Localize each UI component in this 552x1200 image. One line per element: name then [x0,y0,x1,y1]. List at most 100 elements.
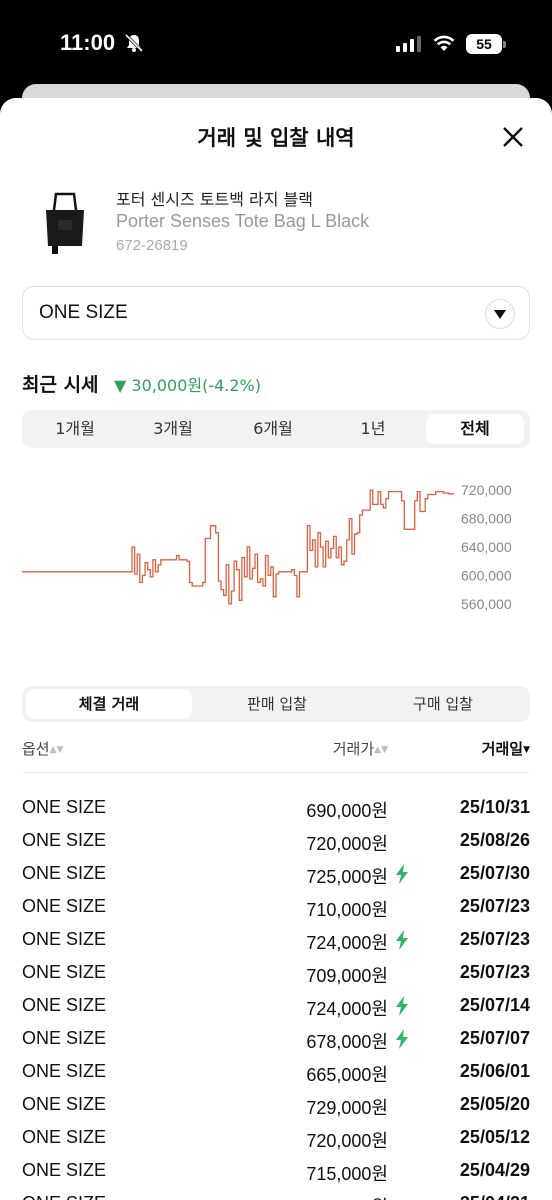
row-date: 25/04/29 [459,1160,530,1180]
row-size: ONE SIZE [22,1193,106,1200]
y-tick-label: 720,000 [461,482,512,498]
row-size: ONE SIZE [22,1127,107,1147]
row-size: ONE SIZE [22,962,107,982]
row-size: ONE SIZE [22,896,107,916]
bell-slash-icon [124,33,144,53]
battery-indicator: 55 [466,34,502,54]
row-size: ONE SIZE [22,830,107,850]
row-size: ONE SIZE [22,797,107,817]
y-tick-label: 560,000 [461,596,512,612]
fast-delivery-bolt-icon [396,1029,408,1049]
sort-icon: ▲▼ [49,745,64,755]
row-date: 25/07/23 [459,929,530,949]
row-date: 25/08/26 [459,830,530,850]
row-price: 665,000원 [306,1065,388,1085]
table-row: ONE SIZE 724,000원 25/07/23 [0,924,552,957]
size-dropdown-button[interactable] [485,299,515,329]
row-date: 25/04/21 [460,1193,530,1200]
fast-delivery-bolt-icon [396,930,408,950]
cellular-signal-icon [396,36,421,52]
fast-delivery-bolt-icon [396,864,408,884]
size-select[interactable]: ONE SIZE [22,286,530,340]
date-column-header[interactable]: 거래일▼ [482,738,530,759]
tab-period-2[interactable]: 6개월 [224,414,322,444]
row-size: ONE SIZE [22,1160,107,1180]
battery-tip [503,41,506,48]
close-icon[interactable] [500,124,526,150]
period-tabs: 1개월 3개월 6개월 1년 전체 [22,410,530,448]
row-date: 25/10/31 [459,797,530,817]
price-column-label: 거래가 [332,740,375,758]
y-tick-label: 600,000 [461,567,512,583]
tab-trade-0[interactable]: 체결 거래 [26,689,192,719]
price-chart: 720,000 680,000 640,000 600,000 560,000 [22,482,512,612]
row-price: 715,000원 [306,1164,388,1184]
sort-icon: ▲▼ [374,745,388,755]
table-row: ONE SIZE 720,000원 25/08/26 [0,825,552,858]
row-price: 678,000원 [306,1032,388,1052]
product-name-english: Porter Senses Tote Bag L Black [116,211,370,231]
row-date: 25/06/01 [459,1061,530,1081]
row-date: 25/07/14 [459,995,530,1015]
table-row: ONE SIZE 715,000원 25/04/29 [0,1155,552,1188]
table-row: ONE SIZE 724,000원 25/07/14 [0,990,552,1023]
page-title: 거래 및 입찰 내역 [197,126,355,150]
row-size: ONE SIZE [22,863,107,883]
date-column-label: 거래일 [481,740,524,758]
tab-period-3[interactable]: 1년 [324,414,422,444]
row-price: 709,000원 [306,966,388,986]
table-row: ONE SIZE 729,000원 25/05/20 [0,1089,552,1122]
table-row: ONE SIZE 709,000원 25/07/23 [0,957,552,990]
table-row: ONE SIZE 710,000원 25/07/23 [0,891,552,924]
row-date: 25/07/23 [459,962,530,982]
row-size: ONE SIZE [22,929,107,949]
table-row: ONE SIZE 690,000원 25/10/31 [0,792,552,825]
row-date: 25/07/30 [459,863,530,883]
row-date: 25/05/12 [459,1127,530,1147]
row-price: 705,000원 [306,1193,388,1200]
tab-trade-2[interactable]: 구매 입찰 [360,689,526,719]
row-size: ONE SIZE [22,1061,107,1081]
tab-trade-1[interactable]: 판매 입찰 [194,689,360,719]
fast-delivery-bolt-icon [396,996,408,1016]
table-row: ONE SIZE 678,000원 25/07/07 [0,1023,552,1056]
recent-price-label: 최근 시세 [22,374,99,396]
size-select-value: ONE SIZE [39,302,128,323]
status-bar: 11:00 55 [0,0,552,90]
tab-period-1[interactable]: 3개월 [124,414,222,444]
product-image [36,188,94,258]
row-size: ONE SIZE [22,1028,107,1048]
trade-type-tabs: 체결 거래 판매 입찰 구매 입찰 [22,686,530,722]
table-row: ONE SIZE 720,000원 25/05/12 [0,1122,552,1155]
row-price: 724,000원 [306,999,388,1019]
row-price: 720,000원 [306,834,388,854]
product-model-code: 672-26819 [116,237,188,254]
row-price: 729,000원 [306,1098,388,1118]
y-tick-label: 680,000 [461,511,512,527]
row-date: 25/07/07 [459,1028,530,1048]
option-column-label: 옵션 [22,740,50,758]
option-column-header[interactable]: 옵션▲▼ [22,738,63,759]
table-row: ONE SIZE 725,000원 25/07/30 [0,858,552,891]
table-divider [22,772,530,773]
row-price: 725,000원 [306,867,388,887]
price-column-header[interactable]: 거래가▲▼ [333,738,388,759]
status-time: 11:00 [60,30,116,55]
price-change: ▼ 30,000원(-4.2%) [114,376,262,395]
row-date: 25/07/23 [459,896,530,916]
tab-period-0[interactable]: 1개월 [26,414,124,444]
row-date: 25/05/20 [459,1094,530,1114]
wifi-icon [433,35,455,51]
row-price: 690,000원 [306,801,388,821]
tab-period-4[interactable]: 전체 [426,414,524,444]
y-tick-label: 640,000 [461,539,512,555]
product-name-korean: 포터 센시즈 토트백 라지 블랙 [116,190,313,209]
row-price: 720,000원 [306,1131,388,1151]
row-price: 724,000원 [306,933,388,953]
caret-down-icon [494,310,506,319]
trade-history-sheet: 거래 및 입찰 내역 포터 센시즈 토트백 라지 블랙 Porter Sense… [0,98,552,1200]
table-row: ONE SIZE 705,000원 25/04/21 [0,1188,552,1200]
sort-desc-icon: ▼ [523,745,530,755]
price-series-line [22,489,454,605]
table-row: ONE SIZE 665,000원 25/06/01 [0,1056,552,1089]
